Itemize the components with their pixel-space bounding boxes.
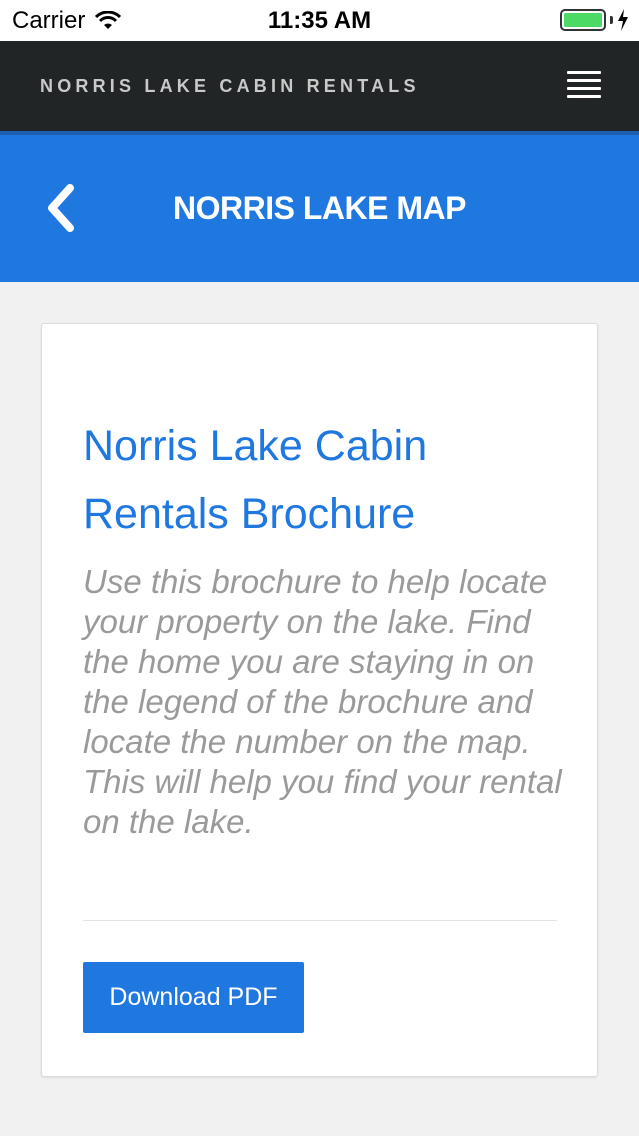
status-bar: Carrier 11:35 AM (0, 0, 639, 41)
hamburger-menu-icon[interactable] (567, 71, 601, 101)
status-time: 11:35 AM (267, 7, 372, 34)
brochure-card: Norris Lake Cabin Rentals Brochure Use t… (41, 323, 598, 1077)
divider (83, 920, 557, 921)
brand-title[interactable]: NORRIS LAKE CABIN RENTALS (40, 41, 420, 131)
download-pdf-button[interactable]: Download PDF (83, 962, 304, 1033)
chevron-left-icon[interactable] (42, 183, 82, 233)
status-battery-group (560, 9, 629, 31)
page-header: NORRIS LAKE MAP (0, 131, 639, 282)
card-title: Norris Lake Cabin Rentals Brochure (83, 422, 428, 538)
battery-icon (560, 9, 606, 31)
page-title: NORRIS LAKE MAP (173, 190, 466, 226)
card-description: Use this brochure to help locate your pr… (83, 563, 562, 840)
top-navbar: NORRIS LAKE CABIN RENTALS (0, 41, 639, 131)
charging-bolt-icon (618, 9, 628, 31)
battery-tip (610, 16, 613, 24)
